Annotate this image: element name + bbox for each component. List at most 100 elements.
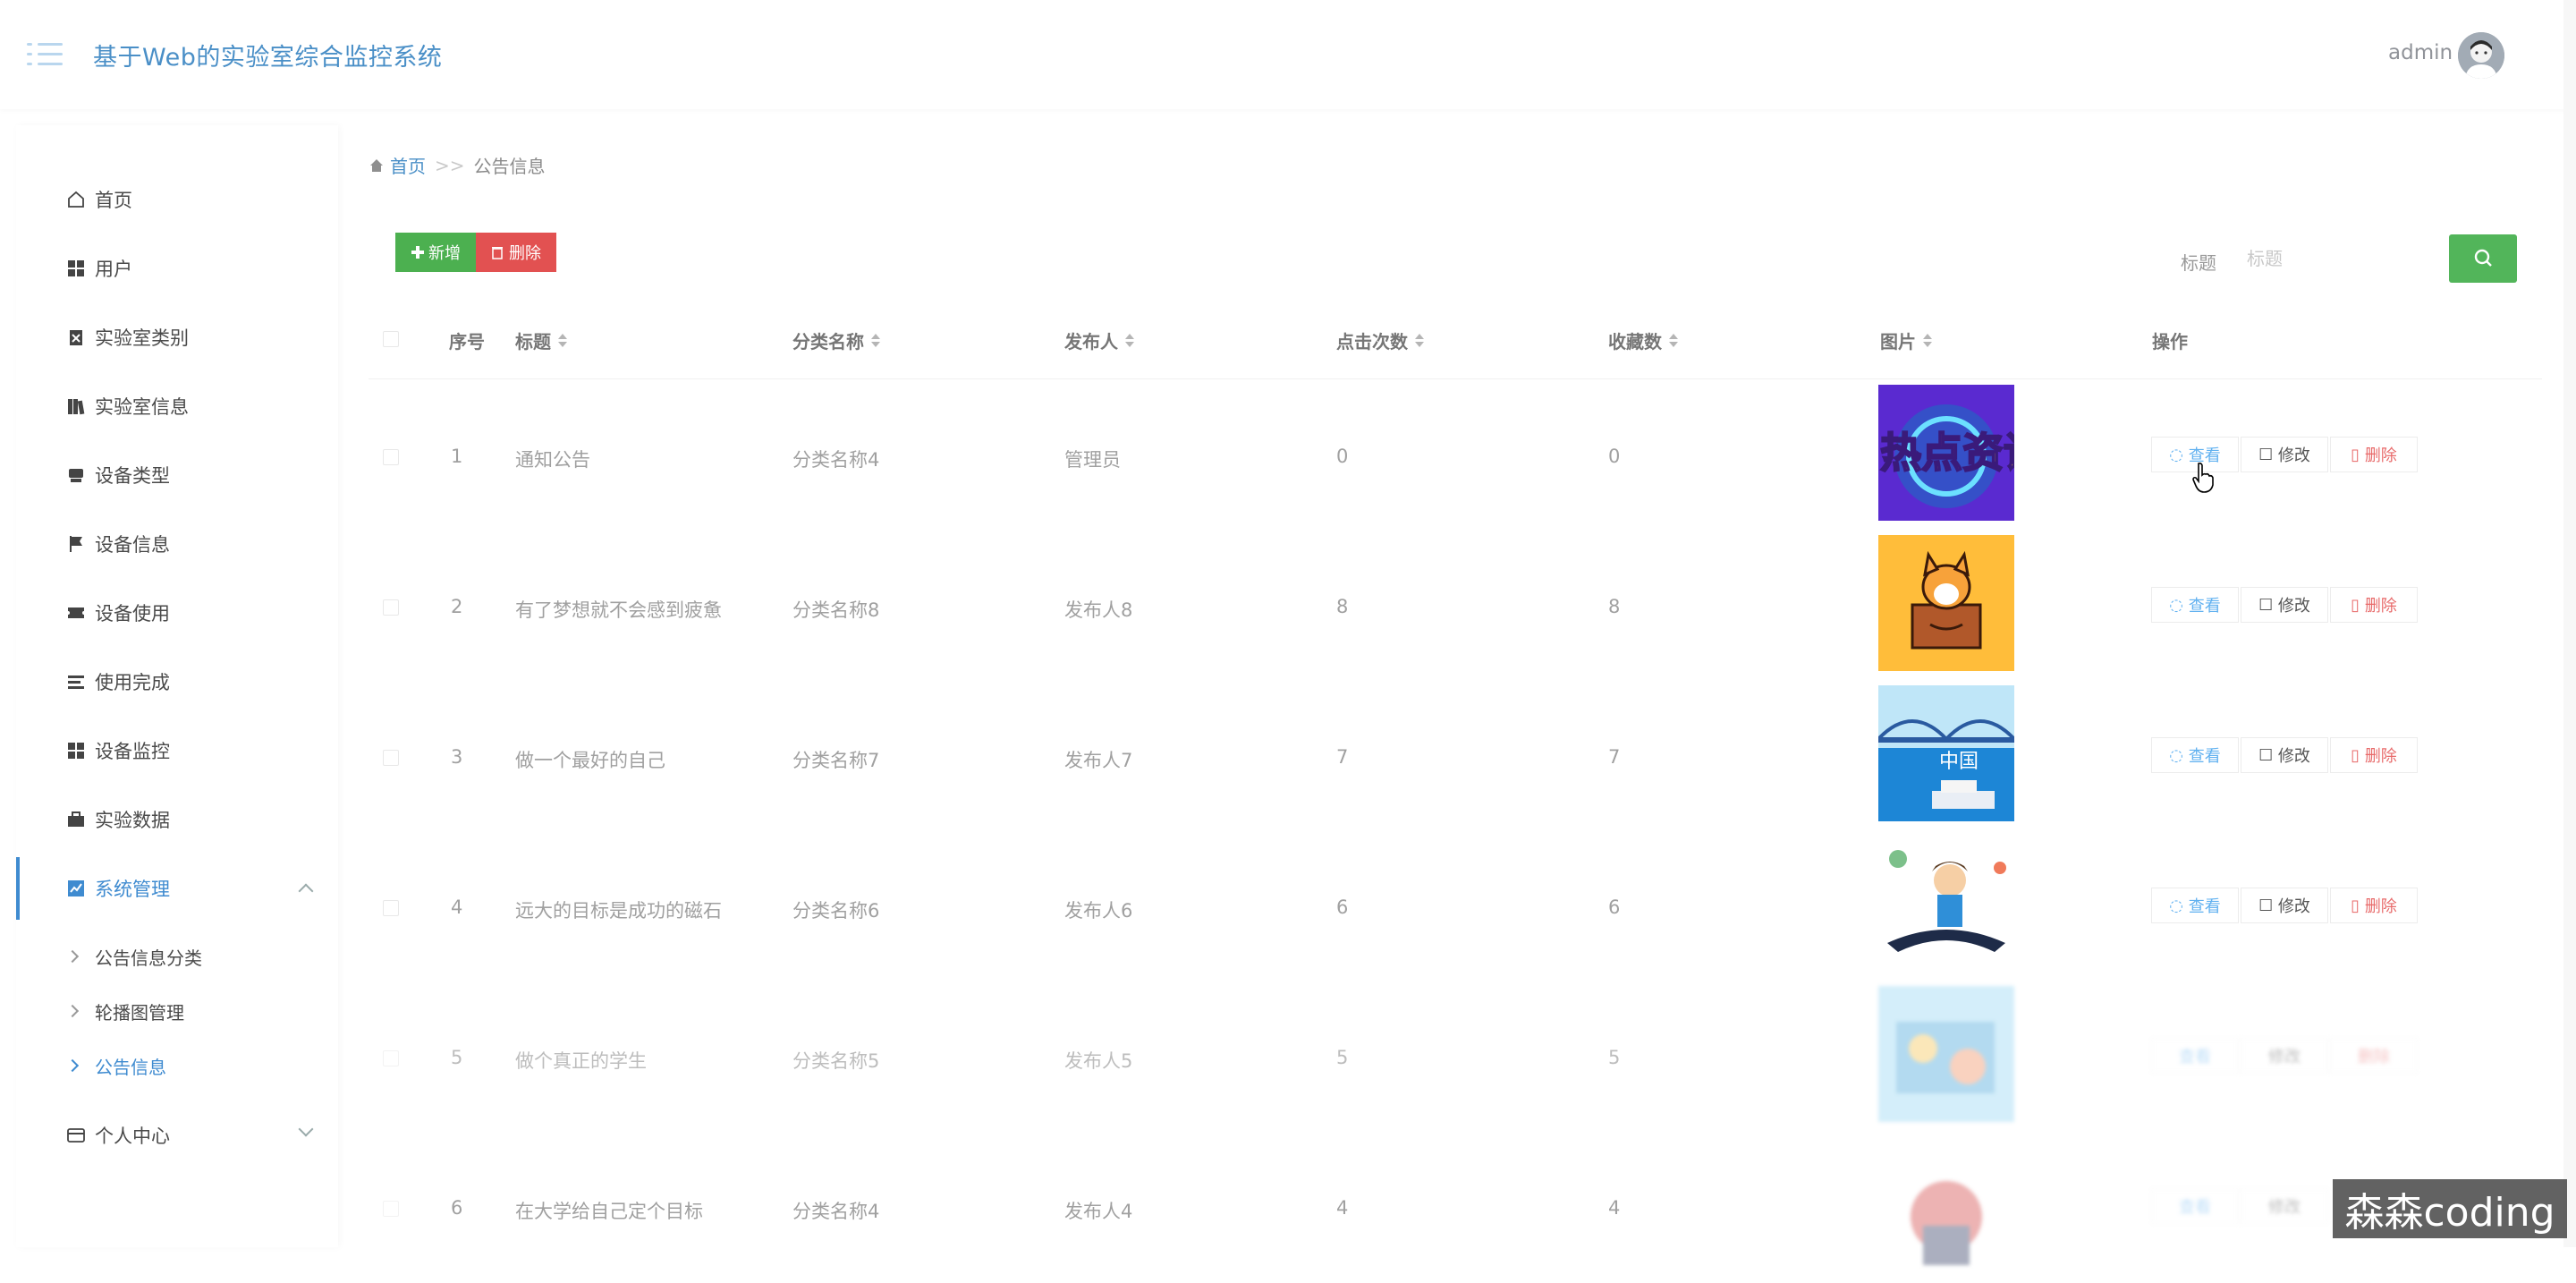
row-checkbox[interactable] [383, 1050, 399, 1066]
row-actions: 查看 修改 删除 [2151, 1038, 2419, 1074]
avatar[interactable] [2458, 32, 2504, 79]
view-button[interactable]: ◌ 查看 [2151, 587, 2239, 623]
cell-index: 6 [451, 1197, 463, 1219]
row-image[interactable]: 中国 [1878, 685, 2014, 821]
row-checkbox[interactable] [383, 750, 399, 766]
grid-icon [66, 741, 86, 760]
view-button[interactable]: ◌ 查看 [2151, 888, 2239, 923]
sort-icon[interactable] [1415, 333, 1424, 348]
user-name[interactable]: admin [2388, 41, 2453, 64]
row-checkbox[interactable] [383, 900, 399, 916]
header-index: 序号 [449, 331, 485, 353]
eye-icon: ◌ [2169, 896, 2189, 915]
title-search-input[interactable] [2245, 236, 2447, 281]
sidebar-item-device-info[interactable]: 设备信息 [16, 513, 338, 575]
batch-delete-button[interactable]: 删除 [476, 233, 556, 272]
sidebar-subitem-notice-category[interactable]: 公告信息分类 [16, 930, 338, 982]
edit-icon: ☐ [2258, 595, 2278, 615]
view-button[interactable]: 查看 [2151, 1188, 2239, 1224]
sidebar-item-personal-center[interactable]: 个人中心 [16, 1104, 338, 1167]
sort-icon[interactable] [1923, 333, 1932, 348]
header-image[interactable]: 图片 [1880, 327, 1932, 353]
trash-icon: ▯ [2351, 745, 2365, 765]
delete-button[interactable]: 删除 [2330, 1038, 2418, 1074]
chevron-down-icon [298, 1121, 314, 1137]
sidebar-item-label: 设备监控 [95, 741, 170, 762]
cell-index: 1 [451, 446, 463, 467]
sort-icon[interactable] [558, 333, 567, 348]
list-icon [66, 672, 86, 692]
sort-icon[interactable] [1125, 333, 1134, 348]
trash-icon: ▯ [2351, 445, 2365, 464]
cell-clicks: 6 [1336, 896, 1349, 918]
header-clicks[interactable]: 点击次数 [1336, 327, 1424, 353]
edit-button[interactable]: 修改 [2241, 1188, 2328, 1224]
sidebar-item-label: 用户 [95, 259, 132, 280]
sidebar-item-device-type[interactable]: 设备类型 [16, 444, 338, 506]
table-row: 2 有了梦想就不会感到疲惫 分类名称8 发布人8 8 8 ◌ 查看 ☐ 修改 ▯… [369, 531, 2542, 682]
sidebar-item-users[interactable]: 用户 [16, 237, 338, 300]
cell-index: 5 [451, 1047, 463, 1068]
row-image[interactable] [1878, 535, 2014, 671]
home-icon [370, 158, 383, 172]
header-title[interactable]: 标题 [515, 327, 567, 353]
cell-title: 有了梦想就不会感到疲惫 [515, 599, 722, 621]
sidebar-item-lab-category[interactable]: 实验室类别 [16, 306, 338, 369]
row-checkbox[interactable] [383, 1201, 399, 1217]
row-image[interactable] [1878, 986, 2014, 1122]
select-all-checkbox[interactable] [383, 331, 399, 347]
cell-clicks: 7 [1336, 746, 1349, 768]
plus-icon [411, 246, 424, 259]
edit-button[interactable]: ☐ 修改 [2241, 587, 2328, 623]
sidebar-subitem-label: 公告信息分类 [95, 947, 202, 969]
cell-favorites: 0 [1608, 446, 1621, 467]
sidebar-subitem-notice-info[interactable]: 公告信息 [16, 1040, 338, 1092]
edit-button[interactable]: ☐ 修改 [2241, 437, 2328, 472]
header-favorites[interactable]: 收藏数 [1608, 327, 1678, 353]
delete-button[interactable]: ▯ 删除 [2330, 737, 2418, 773]
row-checkbox[interactable] [383, 599, 399, 616]
title-filter-label: 标题 [2181, 252, 2216, 274]
sidebar-item-experiment-data[interactable]: 实验数据 [16, 788, 338, 851]
cell-index: 2 [451, 596, 463, 617]
row-checkbox[interactable] [383, 449, 399, 465]
sidebar-subitem-label: 公告信息 [95, 1056, 166, 1078]
edit-button[interactable]: 修改 [2241, 1038, 2328, 1074]
cell-title: 远大的目标是成功的磁石 [515, 900, 722, 922]
cell-clicks: 5 [1336, 1047, 1349, 1068]
view-button[interactable]: 查看 [2151, 1038, 2239, 1074]
scrollbar[interactable] [2563, 0, 2576, 1247]
edit-button[interactable]: ☐ 修改 [2241, 888, 2328, 923]
cell-clicks: 8 [1336, 596, 1349, 617]
cell-favorites: 5 [1608, 1047, 1621, 1068]
edit-button[interactable]: ☐ 修改 [2241, 737, 2328, 773]
row-image[interactable] [1878, 1163, 2014, 1269]
sort-icon[interactable] [871, 333, 880, 348]
sidebar-item-system-management[interactable]: 系统管理 [16, 857, 338, 920]
sidebar-item-device-monitor[interactable]: 设备监控 [16, 719, 338, 782]
sidebar-item-label: 系统管理 [95, 879, 170, 900]
sort-icon[interactable] [1669, 333, 1678, 348]
breadcrumb-home-link[interactable]: 首页 [390, 152, 426, 178]
delete-button[interactable]: ▯ 删除 [2330, 437, 2418, 472]
watermark: 森森coding [2333, 1179, 2567, 1238]
search-button[interactable] [2449, 234, 2517, 283]
row-image[interactable] [1878, 836, 2014, 972]
menu-toggle-icon[interactable] [27, 39, 63, 72]
header-category[interactable]: 分类名称 [792, 327, 880, 353]
chevron-right-icon [65, 1058, 80, 1073]
sidebar-item-usage-complete[interactable]: 使用完成 [16, 650, 338, 713]
sidebar-item-home[interactable]: 首页 [16, 168, 338, 231]
delete-button[interactable]: ▯ 删除 [2330, 888, 2418, 923]
sidebar-item-device-usage[interactable]: 设备使用 [16, 582, 338, 644]
row-image[interactable]: 热点资讯 [1878, 385, 2014, 521]
delete-button[interactable]: ▯ 删除 [2330, 587, 2418, 623]
view-button[interactable]: ◌ 查看 [2151, 737, 2239, 773]
table-header: 序号 标题 分类名称 发布人 点击次数 收藏数 图片 操作 [369, 304, 2542, 379]
sidebar-subitem-carousel[interactable]: 轮播图管理 [16, 985, 338, 1037]
add-button[interactable]: 新增 [395, 233, 476, 272]
sidebar-item-label: 设备类型 [95, 465, 170, 487]
eye-icon: ◌ [2169, 745, 2189, 765]
sidebar-item-lab-info[interactable]: 实验室信息 [16, 375, 338, 438]
header-publisher[interactable]: 发布人 [1064, 327, 1134, 353]
